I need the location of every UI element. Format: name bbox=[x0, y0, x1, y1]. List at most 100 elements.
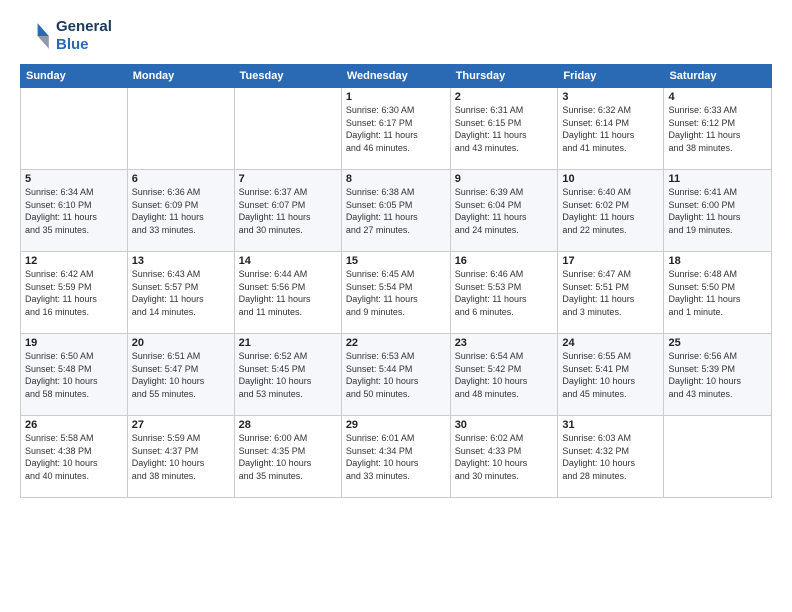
weekday-header-tuesday: Tuesday bbox=[234, 65, 341, 88]
day-info: Sunrise: 6:51 AM Sunset: 5:47 PM Dayligh… bbox=[132, 350, 230, 400]
calendar-cell bbox=[21, 88, 128, 170]
day-info: Sunrise: 6:44 AM Sunset: 5:56 PM Dayligh… bbox=[239, 268, 337, 318]
calendar-cell: 10Sunrise: 6:40 AM Sunset: 6:02 PM Dayli… bbox=[558, 170, 664, 252]
day-info: Sunrise: 6:56 AM Sunset: 5:39 PM Dayligh… bbox=[668, 350, 767, 400]
weekday-header-thursday: Thursday bbox=[450, 65, 558, 88]
day-info: Sunrise: 6:00 AM Sunset: 4:35 PM Dayligh… bbox=[239, 432, 337, 482]
page: General Blue SundayMondayTuesdayWednesda… bbox=[0, 0, 792, 612]
day-info: Sunrise: 5:58 AM Sunset: 4:38 PM Dayligh… bbox=[25, 432, 123, 482]
day-number: 23 bbox=[455, 337, 554, 349]
calendar-header-row: SundayMondayTuesdayWednesdayThursdayFrid… bbox=[21, 65, 772, 88]
day-number: 16 bbox=[455, 255, 554, 267]
calendar-cell: 23Sunrise: 6:54 AM Sunset: 5:42 PM Dayli… bbox=[450, 334, 558, 416]
calendar-week-1: 5Sunrise: 6:34 AM Sunset: 6:10 PM Daylig… bbox=[21, 170, 772, 252]
day-info: Sunrise: 6:45 AM Sunset: 5:54 PM Dayligh… bbox=[346, 268, 446, 318]
day-info: Sunrise: 6:03 AM Sunset: 4:32 PM Dayligh… bbox=[562, 432, 659, 482]
calendar-cell: 21Sunrise: 6:52 AM Sunset: 5:45 PM Dayli… bbox=[234, 334, 341, 416]
day-number: 1 bbox=[346, 91, 446, 103]
day-number: 2 bbox=[455, 91, 554, 103]
day-info: Sunrise: 6:38 AM Sunset: 6:05 PM Dayligh… bbox=[346, 186, 446, 236]
calendar-cell: 19Sunrise: 6:50 AM Sunset: 5:48 PM Dayli… bbox=[21, 334, 128, 416]
day-number: 12 bbox=[25, 255, 123, 267]
calendar-week-4: 26Sunrise: 5:58 AM Sunset: 4:38 PM Dayli… bbox=[21, 416, 772, 498]
calendar-cell: 6Sunrise: 6:36 AM Sunset: 6:09 PM Daylig… bbox=[127, 170, 234, 252]
calendar-cell bbox=[234, 88, 341, 170]
calendar-week-3: 19Sunrise: 6:50 AM Sunset: 5:48 PM Dayli… bbox=[21, 334, 772, 416]
day-info: Sunrise: 6:54 AM Sunset: 5:42 PM Dayligh… bbox=[455, 350, 554, 400]
day-number: 20 bbox=[132, 337, 230, 349]
calendar-cell: 13Sunrise: 6:43 AM Sunset: 5:57 PM Dayli… bbox=[127, 252, 234, 334]
calendar-cell: 27Sunrise: 5:59 AM Sunset: 4:37 PM Dayli… bbox=[127, 416, 234, 498]
day-number: 6 bbox=[132, 173, 230, 185]
calendar-cell bbox=[664, 416, 772, 498]
calendar-cell: 18Sunrise: 6:48 AM Sunset: 5:50 PM Dayli… bbox=[664, 252, 772, 334]
day-info: Sunrise: 6:40 AM Sunset: 6:02 PM Dayligh… bbox=[562, 186, 659, 236]
day-number: 15 bbox=[346, 255, 446, 267]
day-info: Sunrise: 6:52 AM Sunset: 5:45 PM Dayligh… bbox=[239, 350, 337, 400]
day-info: Sunrise: 6:34 AM Sunset: 6:10 PM Dayligh… bbox=[25, 186, 123, 236]
day-info: Sunrise: 6:53 AM Sunset: 5:44 PM Dayligh… bbox=[346, 350, 446, 400]
weekday-header-monday: Monday bbox=[127, 65, 234, 88]
day-info: Sunrise: 6:47 AM Sunset: 5:51 PM Dayligh… bbox=[562, 268, 659, 318]
day-number: 3 bbox=[562, 91, 659, 103]
day-info: Sunrise: 6:43 AM Sunset: 5:57 PM Dayligh… bbox=[132, 268, 230, 318]
calendar-week-0: 1Sunrise: 6:30 AM Sunset: 6:17 PM Daylig… bbox=[21, 88, 772, 170]
day-info: Sunrise: 6:31 AM Sunset: 6:15 PM Dayligh… bbox=[455, 104, 554, 154]
calendar-cell: 31Sunrise: 6:03 AM Sunset: 4:32 PM Dayli… bbox=[558, 416, 664, 498]
day-number: 13 bbox=[132, 255, 230, 267]
calendar-cell: 2Sunrise: 6:31 AM Sunset: 6:15 PM Daylig… bbox=[450, 88, 558, 170]
day-number: 14 bbox=[239, 255, 337, 267]
calendar-cell: 12Sunrise: 6:42 AM Sunset: 5:59 PM Dayli… bbox=[21, 252, 128, 334]
calendar-cell: 11Sunrise: 6:41 AM Sunset: 6:00 PM Dayli… bbox=[664, 170, 772, 252]
day-number: 24 bbox=[562, 337, 659, 349]
calendar-cell: 24Sunrise: 6:55 AM Sunset: 5:41 PM Dayli… bbox=[558, 334, 664, 416]
calendar-cell: 29Sunrise: 6:01 AM Sunset: 4:34 PM Dayli… bbox=[341, 416, 450, 498]
calendar-cell: 14Sunrise: 6:44 AM Sunset: 5:56 PM Dayli… bbox=[234, 252, 341, 334]
day-info: Sunrise: 6:39 AM Sunset: 6:04 PM Dayligh… bbox=[455, 186, 554, 236]
calendar-cell: 5Sunrise: 6:34 AM Sunset: 6:10 PM Daylig… bbox=[21, 170, 128, 252]
day-info: Sunrise: 5:59 AM Sunset: 4:37 PM Dayligh… bbox=[132, 432, 230, 482]
weekday-header-saturday: Saturday bbox=[664, 65, 772, 88]
day-info: Sunrise: 6:41 AM Sunset: 6:00 PM Dayligh… bbox=[668, 186, 767, 236]
day-number: 7 bbox=[239, 173, 337, 185]
day-number: 28 bbox=[239, 419, 337, 431]
day-info: Sunrise: 6:37 AM Sunset: 6:07 PM Dayligh… bbox=[239, 186, 337, 236]
calendar-cell: 30Sunrise: 6:02 AM Sunset: 4:33 PM Dayli… bbox=[450, 416, 558, 498]
calendar-cell: 4Sunrise: 6:33 AM Sunset: 6:12 PM Daylig… bbox=[664, 88, 772, 170]
calendar-cell: 28Sunrise: 6:00 AM Sunset: 4:35 PM Dayli… bbox=[234, 416, 341, 498]
day-number: 22 bbox=[346, 337, 446, 349]
calendar-cell: 9Sunrise: 6:39 AM Sunset: 6:04 PM Daylig… bbox=[450, 170, 558, 252]
day-number: 9 bbox=[455, 173, 554, 185]
day-info: Sunrise: 6:36 AM Sunset: 6:09 PM Dayligh… bbox=[132, 186, 230, 236]
calendar-cell: 17Sunrise: 6:47 AM Sunset: 5:51 PM Dayli… bbox=[558, 252, 664, 334]
day-number: 30 bbox=[455, 419, 554, 431]
day-info: Sunrise: 6:30 AM Sunset: 6:17 PM Dayligh… bbox=[346, 104, 446, 154]
calendar-cell: 20Sunrise: 6:51 AM Sunset: 5:47 PM Dayli… bbox=[127, 334, 234, 416]
day-number: 18 bbox=[668, 255, 767, 267]
calendar-cell bbox=[127, 88, 234, 170]
logo-icon bbox=[20, 20, 52, 52]
day-info: Sunrise: 6:42 AM Sunset: 5:59 PM Dayligh… bbox=[25, 268, 123, 318]
day-number: 29 bbox=[346, 419, 446, 431]
day-number: 19 bbox=[25, 337, 123, 349]
logo-text: General Blue bbox=[56, 18, 112, 54]
day-number: 4 bbox=[668, 91, 767, 103]
calendar-body: 1Sunrise: 6:30 AM Sunset: 6:17 PM Daylig… bbox=[21, 88, 772, 498]
day-number: 25 bbox=[668, 337, 767, 349]
calendar-cell: 3Sunrise: 6:32 AM Sunset: 6:14 PM Daylig… bbox=[558, 88, 664, 170]
day-number: 17 bbox=[562, 255, 659, 267]
day-info: Sunrise: 6:32 AM Sunset: 6:14 PM Dayligh… bbox=[562, 104, 659, 154]
calendar-cell: 8Sunrise: 6:38 AM Sunset: 6:05 PM Daylig… bbox=[341, 170, 450, 252]
day-number: 21 bbox=[239, 337, 337, 349]
day-info: Sunrise: 6:02 AM Sunset: 4:33 PM Dayligh… bbox=[455, 432, 554, 482]
day-info: Sunrise: 6:48 AM Sunset: 5:50 PM Dayligh… bbox=[668, 268, 767, 318]
calendar-cell: 22Sunrise: 6:53 AM Sunset: 5:44 PM Dayli… bbox=[341, 334, 450, 416]
day-number: 26 bbox=[25, 419, 123, 431]
day-info: Sunrise: 6:46 AM Sunset: 5:53 PM Dayligh… bbox=[455, 268, 554, 318]
day-info: Sunrise: 6:01 AM Sunset: 4:34 PM Dayligh… bbox=[346, 432, 446, 482]
day-number: 11 bbox=[668, 173, 767, 185]
day-number: 8 bbox=[346, 173, 446, 185]
day-number: 27 bbox=[132, 419, 230, 431]
calendar-cell: 7Sunrise: 6:37 AM Sunset: 6:07 PM Daylig… bbox=[234, 170, 341, 252]
day-number: 31 bbox=[562, 419, 659, 431]
